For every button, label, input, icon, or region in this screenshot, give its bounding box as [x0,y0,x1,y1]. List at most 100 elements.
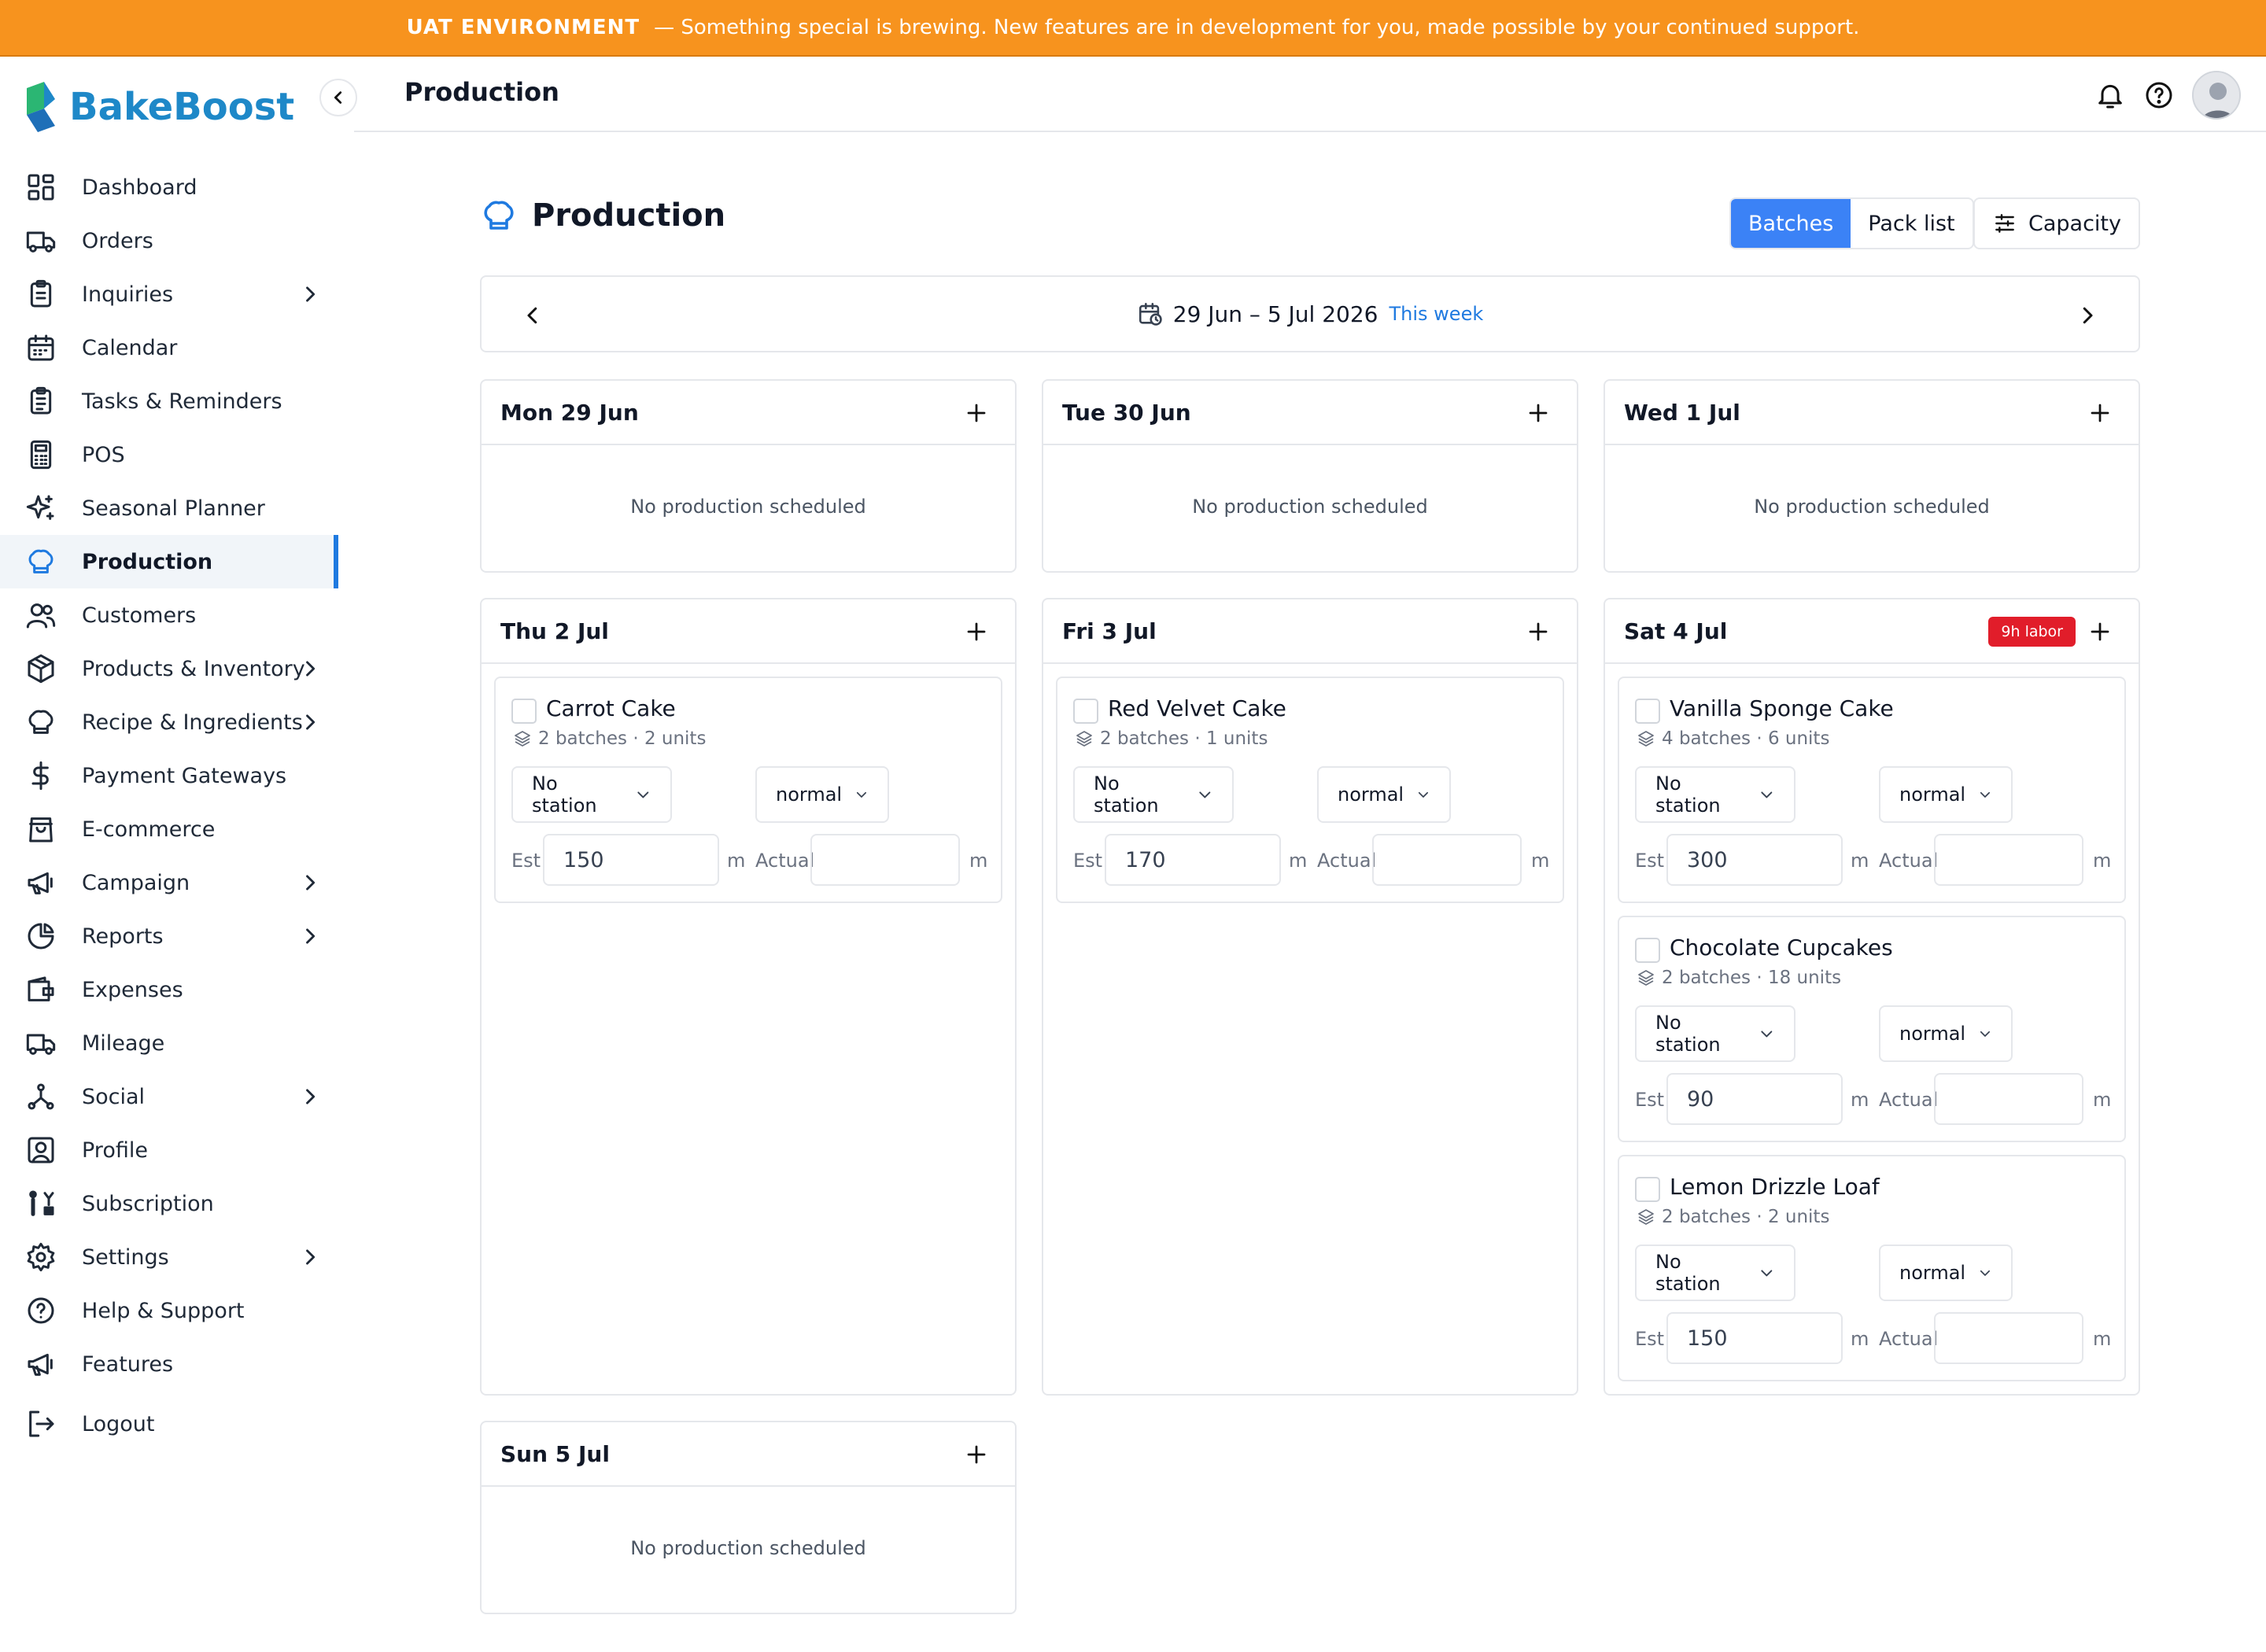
actual-minutes-input[interactable] [1934,834,2083,886]
sidebar-item-label: Inquiries [82,282,174,307]
est-unit: m [727,850,746,872]
layers-icon [1638,970,1654,986]
est-minutes-input[interactable]: 300 [1666,834,1843,886]
add-icon[interactable] [965,1443,988,1466]
this-week-badge[interactable]: This week [1389,303,1484,325]
actual-minutes-input[interactable] [1372,834,1522,886]
batch-meta: 4 batches · 6 units [1637,728,1829,749]
sidebar-item-help-support[interactable]: Help & Support [0,1284,338,1337]
sliders-icon [1995,214,2014,233]
sidebar-item-orders[interactable]: Orders [0,214,338,267]
empty-state: No production scheduled [1754,496,1990,518]
sidebar-item-production[interactable]: Production [0,535,338,588]
sidebar-item-inquiries[interactable]: Inquiries [0,267,338,321]
users-icon [25,599,57,631]
est-minutes-input[interactable]: 90 [1666,1073,1843,1125]
bell-icon[interactable] [2094,79,2126,111]
priority-select[interactable]: normal [1879,1245,2013,1301]
add-icon[interactable] [965,401,988,425]
batch-checkbox[interactable] [1073,699,1098,724]
est-label: Est [1073,850,1103,872]
sidebar-item-customers[interactable]: Customers [0,588,338,642]
add-icon[interactable] [2088,401,2112,425]
sidebar-item-e-commerce[interactable]: E-commerce [0,802,338,856]
est-minutes-input[interactable]: 150 [1666,1312,1843,1364]
actual-minutes-input[interactable] [810,834,960,886]
sidebar-item-calendar[interactable]: Calendar [0,321,338,374]
sidebar-item-label: Expenses [82,977,183,1002]
batch-checkbox[interactable] [511,699,537,724]
chevron-right-icon [306,1249,316,1265]
sidebar-item-social[interactable]: Social [0,1070,338,1123]
sidebar-item-subscription[interactable]: Subscription [0,1177,338,1230]
sidebar-item-pos[interactable]: POS [0,428,338,481]
priority-select[interactable]: normal [1879,1005,2013,1062]
sidebar-item-label: POS [82,442,125,467]
sidebar-item-campaign[interactable]: Campaign [0,856,338,909]
tab-batches[interactable]: Batches [1731,199,1851,248]
est-minutes-input[interactable]: 170 [1105,834,1281,886]
sidebar-item-profile[interactable]: Profile [0,1123,338,1177]
day-name: Wed 1 Jul [1624,399,1740,426]
sidebar-item-label: E-commerce [82,817,216,842]
priority-select[interactable]: normal [755,766,889,823]
station-select[interactable]: No station [1635,1245,1795,1301]
actual-minutes-input[interactable] [1934,1073,2083,1125]
station-value: No station [1655,1012,1721,1056]
batch-checkbox[interactable] [1635,938,1660,963]
sidebar-item-features[interactable]: Features [0,1337,338,1391]
batch-checkbox[interactable] [1635,1177,1660,1202]
sidebar-item-reports[interactable]: Reports [0,909,338,963]
week-navigator: 29 Jun – 5 Jul 2026 This week [480,275,2140,352]
tab-pack-list[interactable]: Pack list [1851,199,1972,248]
sidebar-item-label: Production [82,549,213,574]
next-week-button[interactable] [2076,304,2099,327]
layers-icon [515,731,530,747]
day-name: Tue 30 Jun [1062,399,1191,426]
add-icon[interactable] [1526,620,1550,643]
actual-label: Actual [755,850,815,872]
add-icon[interactable] [965,620,988,643]
batch-checkbox[interactable] [1635,699,1660,724]
station-select[interactable]: No station [1635,766,1795,823]
sidebar-item-products-inventory[interactable]: Products & Inventory [0,642,338,695]
sidebar-item-recipe-ingredients[interactable]: Recipe & Ingredients [0,695,338,749]
banner-message: — Something special is brewing. New feat… [654,16,1860,39]
day-name: Fri 3 Jul [1062,618,1157,644]
capacity-button[interactable]: Capacity [1973,197,2140,249]
day-header: Mon 29 Jun [482,381,1015,445]
station-select[interactable]: No station [1073,766,1234,823]
sidebar-item-label: Calendar [82,335,178,360]
batch-meta: 2 batches · 18 units [1637,968,1841,988]
add-icon[interactable] [2088,620,2112,643]
brand[interactable]: BakeBoost [24,76,294,138]
empty-state: No production scheduled [1192,496,1428,518]
batch-meta-text: 4 batches · 6 units [1662,728,1830,749]
help-icon[interactable] [2143,79,2175,111]
priority-select[interactable]: normal [1317,766,1451,823]
sidebar-item-mileage[interactable]: Mileage [0,1016,338,1070]
sidebar-item-logout[interactable]: Logout [0,1397,338,1451]
sidebar-item-expenses[interactable]: Expenses [0,963,338,1016]
sidebar-nav: Dashboard Orders Inquiries Calendar Task… [0,160,338,1451]
add-icon[interactable] [1526,401,1550,425]
sidebar-item-settings[interactable]: Settings [0,1230,338,1284]
sidebar-item-label: Customers [82,603,197,628]
est-minutes-input[interactable]: 150 [543,834,719,886]
sidebar-item-tasks-reminders[interactable]: Tasks & Reminders [0,374,338,428]
collapse-sidebar-button[interactable] [319,79,357,116]
station-select[interactable]: No station [511,766,672,823]
station-select[interactable]: No station [1635,1005,1795,1062]
actual-label: Actual [1317,850,1377,872]
avatar[interactable] [2192,71,2241,120]
day-name: Sun 5 Jul [500,1440,610,1467]
day-card: Wed 1 Jul No production scheduled [1604,379,2140,573]
sparkles-icon [25,492,57,524]
sidebar-item-seasonal-planner[interactable]: Seasonal Planner [0,481,338,535]
actual-minutes-input[interactable] [1934,1312,2083,1364]
share-icon [25,1081,57,1112]
sidebar: BakeBoost Dashboard Orders Inquiries Cal… [0,57,357,1473]
priority-select[interactable]: normal [1879,766,2013,823]
sidebar-item-payment-gateways[interactable]: Payment Gateways [0,749,338,802]
sidebar-item-dashboard[interactable]: Dashboard [0,160,338,214]
